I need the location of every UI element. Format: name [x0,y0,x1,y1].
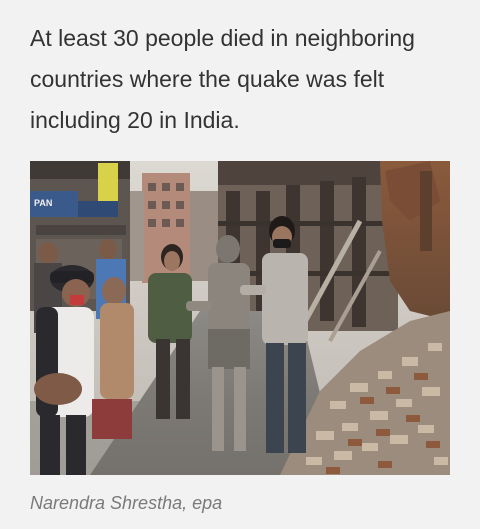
photo-caption: Narendra Shrestha, epa [30,493,223,513]
shop-sign-yellow [98,163,118,201]
news-photo: PAN [30,161,450,475]
earthquake-street-scene: PAN [30,161,450,475]
article-paragraph: At least 30 people died in neighboring c… [30,25,415,133]
article-section: At least 30 people died in neighboring c… [0,0,480,529]
shop-sign-text: PAN [34,198,52,208]
